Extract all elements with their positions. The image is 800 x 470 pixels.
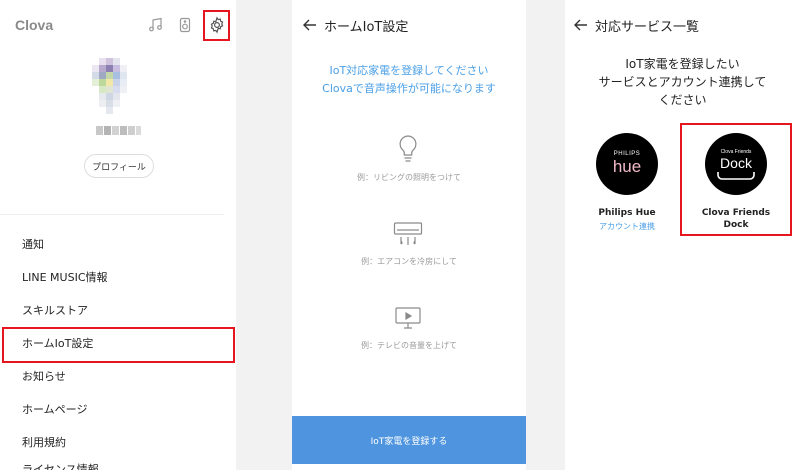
iot-headline-line1: IoT対応家電を登録してください [329, 64, 489, 77]
profile-button[interactable]: プロフィール [84, 154, 154, 178]
philips-hue-logo[interactable]: PHILIPS hue [596, 133, 658, 195]
menu-item-license[interactable]: ライセンス情報 [22, 462, 99, 470]
back-arrow-icon[interactable] [301, 16, 319, 34]
menu-item-line-music[interactable]: LINE MUSIC情報 [22, 270, 108, 286]
menu-item-news[interactable]: お知らせ [22, 369, 66, 385]
lightbulb-icon [391, 134, 425, 164]
menu-item-homepage[interactable]: ホームページ [22, 402, 87, 418]
clova-dock-highlight-box [680, 123, 792, 236]
services-screen: 対応サービス一覧 IoT家電を登録したい サービスとアカウント連携して ください… [565, 0, 800, 470]
speaker-icon[interactable] [173, 13, 197, 37]
menu-item-skill-store[interactable]: スキルストア [22, 303, 88, 319]
side-menu-screen: Clova プロフィール 通知 LINE MUSIC情報 スキルストア ホームI… [0, 0, 236, 470]
page-title: 対応サービス一覧 [595, 20, 700, 35]
settings-highlight-box [203, 10, 230, 41]
page-title: ホームIoT設定 [324, 20, 409, 35]
air-conditioner-icon [391, 219, 425, 249]
brand-logo: Clova [15, 17, 54, 33]
avatar [92, 58, 130, 116]
register-iot-button[interactable]: IoT家電を登録する [292, 416, 526, 464]
menu-item-notification[interactable]: 通知 [22, 237, 44, 253]
iot-headline-line2: Clovaで音声操作が可能になります [322, 82, 496, 95]
account-link[interactable]: アカウント連携 [577, 221, 677, 232]
services-desc-line2: サービスとアカウント連携して [598, 75, 767, 89]
home-iot-highlight-box [2, 327, 235, 363]
menu-divider [0, 214, 224, 215]
tv-icon [391, 303, 425, 333]
services-desc-line1: IoT家電を登録したい [625, 57, 740, 71]
home-iot-screen: ホームIoT設定 IoT対応家電を登録してください Clovaで音声操作が可能に… [292, 0, 526, 470]
profile-name-blurred [96, 126, 142, 135]
services-desc-line3: ください [658, 93, 707, 107]
iot-headline: IoT対応家電を登録してください Clovaで音声操作が可能になります [292, 62, 526, 98]
menu-item-terms[interactable]: 利用規約 [22, 435, 66, 451]
hue-wordmark: hue [612, 157, 642, 176]
philips-hue-name: Philips Hue [598, 208, 656, 218]
music-note-icon[interactable] [144, 13, 168, 37]
example-light: 例：リビングの照明をつけて [357, 173, 461, 182]
back-arrow-icon[interactable] [572, 16, 590, 34]
side-menu-header: Clova [0, 0, 236, 50]
services-description: IoT家電を登録したい サービスとアカウント連携して ください [565, 55, 800, 109]
example-tv: 例：テレビの音量を上げて [361, 341, 457, 350]
example-aircon: 例：エアコンを冷房にして [361, 257, 457, 266]
